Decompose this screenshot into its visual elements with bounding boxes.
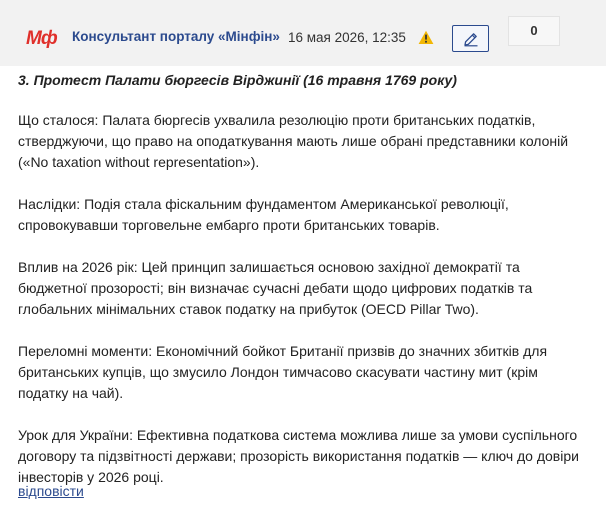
edit-button[interactable] — [452, 25, 489, 52]
paragraph-consequences: Наслідки: Подія стала фіскальним фундаме… — [18, 196, 509, 233]
comment-body: 3. Протест Палати бюргесів Вірджинії (16… — [18, 70, 592, 488]
paragraph-turning-points: Переломні моменти: Економічний бойкот Бр… — [18, 343, 548, 401]
comment-score: 0 — [508, 16, 560, 46]
minfin-logo: Мф — [26, 28, 58, 49]
paragraph-lesson-ukraine: Урок для України: Ефективна податкова си… — [18, 427, 579, 485]
paragraph-what-happened: Що сталося: Палата бюргесів ухвалила рез… — [18, 112, 569, 170]
author-link[interactable]: Консультант порталу «Мінфін» — [72, 29, 280, 44]
comment-title: 3. Протест Палати бюргесів Вірджинії (16… — [18, 72, 457, 88]
paragraph-impact-2026: Вплив на 2026 рік: Цей принцип залишаєть… — [18, 259, 533, 317]
comment-timestamp: 16 мая 2026, 12:35 — [288, 30, 406, 45]
comment-header: Мф Консультант порталу «Мінфін» 16 мая 2… — [0, 0, 606, 66]
reply-link[interactable]: відповісти — [18, 483, 84, 499]
warning-icon[interactable] — [418, 30, 434, 45]
pencil-icon — [463, 32, 477, 46]
